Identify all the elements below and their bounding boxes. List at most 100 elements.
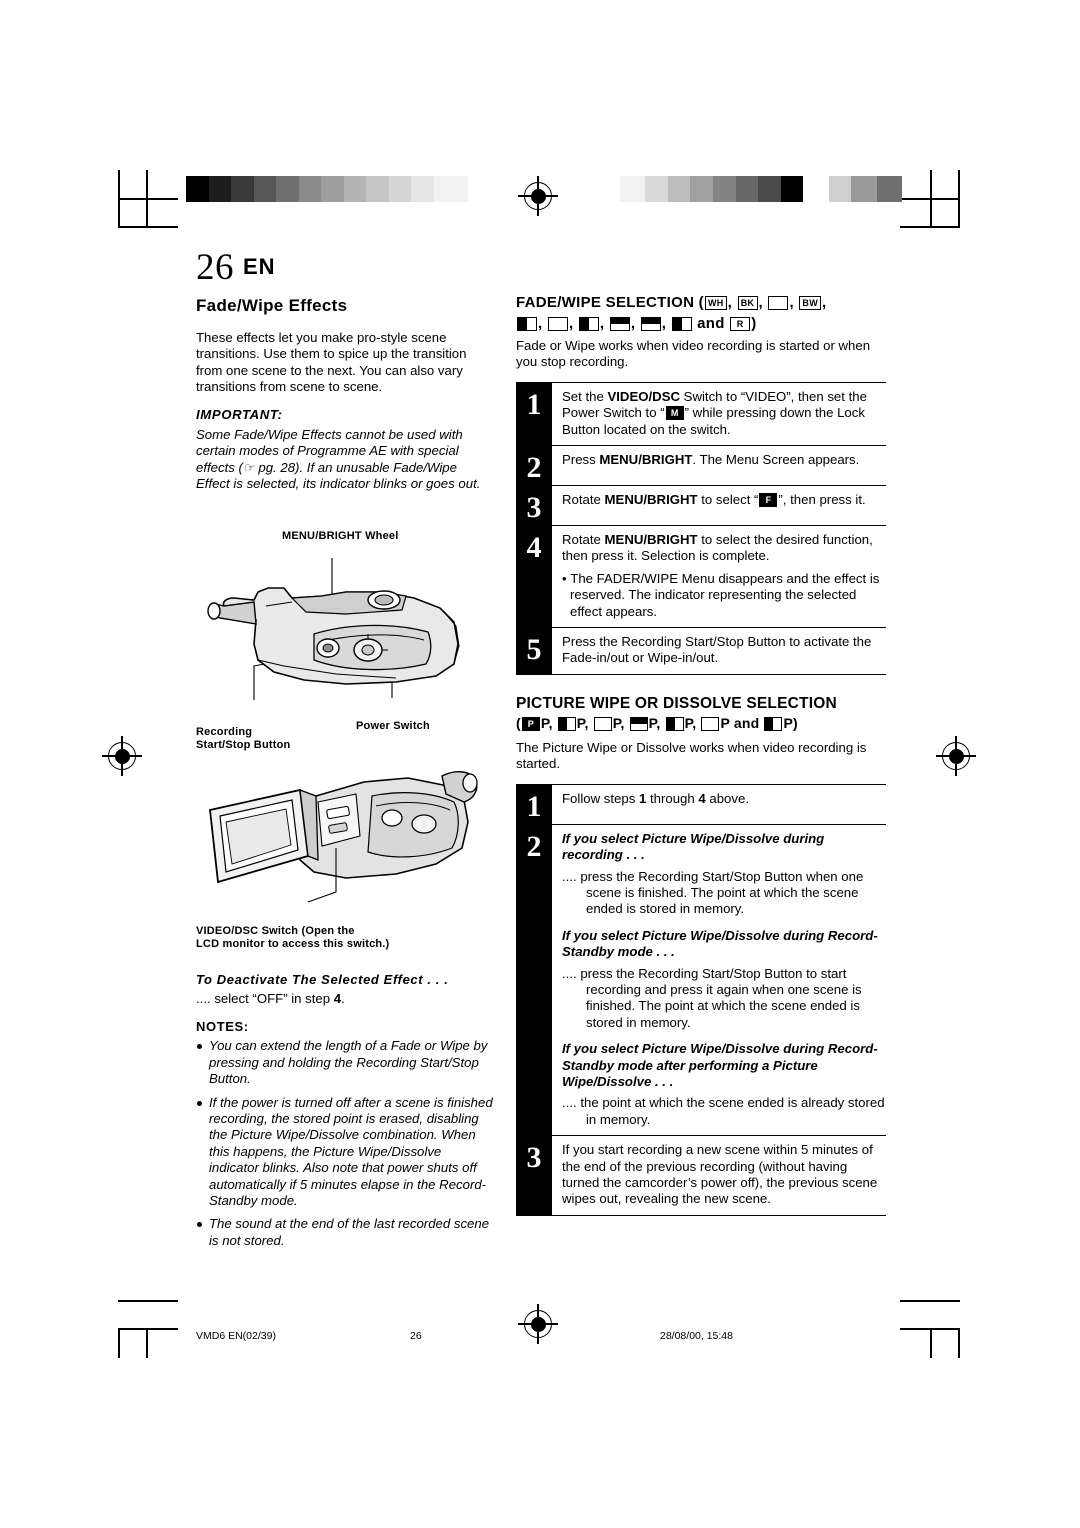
step-number: 1 (516, 784, 552, 824)
fade-wipe-heading-and: and (697, 315, 725, 332)
list-item: If the power is turned off after a scene… (196, 1095, 494, 1210)
icon-wipe-shutter-icon: f (671, 317, 692, 331)
crop-mark-top-left (118, 170, 178, 228)
icon-picture-wipe-2-icon: x (557, 716, 576, 731)
icon-picture-wipe-1-icon: P (521, 716, 540, 731)
step-text: Follow steps 1 through 4 above. (562, 790, 749, 806)
icon-picture-wipe-3-icon: x (593, 716, 612, 731)
fade-wipe-intro: Fade or Wipe works when video recording … (516, 338, 871, 370)
left-column: Fade/Wipe Effects These effects let you … (196, 296, 494, 504)
registration-mark-left (102, 736, 142, 776)
step-4: 4 Rotate MENU/BRIGHT to select the desir… (516, 525, 886, 628)
picture-subheading-and: and (733, 714, 760, 731)
registration-mark-bottom (518, 1304, 558, 1344)
page-number: 26 EN (196, 246, 276, 289)
list-item: The sound at the end of the last recorde… (196, 1216, 494, 1249)
icon-dissolve-icon: x (764, 716, 783, 731)
callout-recording-button-label: Recording Start/Stop Button (196, 726, 291, 751)
step-text: Press the Recording Start/Stop Button to… (562, 634, 872, 666)
icon-fader-mosaic: X (768, 296, 789, 310)
deactivate-text: .... select “OFF” in step 4. (196, 991, 345, 1006)
fade-wipe-heading-text: FADE/WIPE SELECTION ( (516, 294, 704, 311)
left-column-lower: To Deactivate The Selected Effect . . . … (196, 968, 494, 1256)
important-label: IMPORTANT: (196, 406, 283, 422)
step-number: 3 (516, 1136, 552, 1215)
calibration-bar-right (620, 176, 902, 202)
footer-date: 28/08/00, 15:48 (660, 1330, 733, 1342)
picture-step-2-heading-1: If you select Picture Wipe/Dissolve duri… (562, 830, 825, 863)
step-4-bullet-text: The FADER/WIPE Menu disappears and the e… (570, 570, 880, 619)
icon-fader-bw: BW (799, 296, 822, 310)
camcorder-illustration-bottom (209, 771, 478, 903)
footer-page: 26 (410, 1330, 422, 1342)
step-text: If you select Picture Wipe/Dissolve duri… (552, 825, 886, 1136)
callout-menu-bright-wheel-label: MENU/BRIGHT Wheel (282, 530, 399, 542)
picture-step-3: 3 If you start recording a new scene wit… (516, 1135, 886, 1216)
step-number: 5 (516, 628, 552, 674)
step-1: 1 Set the VIDEO/DSC Switch to “VIDEO”, t… (516, 381, 886, 446)
deactivate-label: To Deactivate The Selected Effect . . . (196, 972, 449, 987)
step-text: Rotate MENU/BRIGHT to select the desired… (552, 526, 886, 627)
icon-wipe-door-icon: d (609, 317, 630, 331)
callout-video-dsc-switch-label: VIDEO/DSC Switch (Open the LCD monitor t… (196, 925, 390, 950)
step-text: Press MENU/BRIGHT. The Menu Screen appea… (562, 452, 860, 468)
step-number: 1 (516, 382, 552, 446)
picture-step-1: 1 Follow steps 1 through 4 above. (516, 783, 886, 824)
step-text: Rotate MENU/BRIGHT to select “F”, then p… (562, 492, 866, 508)
picture-wipe-intro: The Picture Wipe or Dissolve works when … (516, 739, 867, 772)
crop-mark-bottom-right (900, 1300, 960, 1358)
picture-wipe-steps: 1 Follow steps 1 through 4 above. 2 If y… (516, 783, 886, 1216)
picture-wipe-heading: PICTURE WIPE OR DISSOLVE SELECTION (516, 694, 837, 712)
callout-recording-button: Recording Start/Stop Button (196, 713, 290, 752)
picture-step-2-body-2: .... press the Recording Start/Stop Butt… (562, 965, 862, 1030)
step-text: Set the VIDEO/DSC Switch to “VIDEO”, the… (562, 388, 867, 437)
icon-fader-black: BK (737, 296, 758, 310)
important-text: Some Fade/Wipe Effects cannot be used wi… (196, 427, 481, 492)
page-language: EN (243, 254, 276, 279)
icon-manual-mode-icon: M (665, 406, 684, 421)
manual-page: 26 EN Fade/Wipe Effects These effects let… (0, 0, 1080, 1528)
picture-wipe-subheading: (PP, xP, xP, xP, xP, xP and xP) (516, 714, 798, 731)
picture-step-2-heading-2: If you select Picture Wipe/Dissolve duri… (562, 927, 878, 960)
icon-wipe-corner-icon: a (517, 317, 537, 331)
icon-picture-wipe-4-icon: x (629, 716, 648, 731)
picture-step-2-body-3: .... the point at which the scene ended … (562, 1095, 885, 1127)
notes-list: You can extend the length of a Fade or W… (196, 1038, 494, 1249)
callout-power-switch-label: Power Switch (356, 720, 430, 732)
step-number: 4 (516, 526, 552, 628)
footer-file: VMD6 EN(02/39) (196, 1330, 276, 1342)
crop-mark-top-right (900, 170, 960, 228)
icon-wipe-slide-icon: c (578, 317, 599, 331)
camcorder-illustration-top (207, 558, 460, 700)
deactivate-step: 4 (333, 991, 342, 1006)
step-number: 2 (516, 824, 552, 1136)
step-4-bullet: • The FADER/WIPE Menu disappears and the… (562, 570, 880, 619)
icon-picture-wipe-5-icon: x (665, 716, 684, 731)
callout-video-dsc-switch: VIDEO/DSC Switch (Open the LCD monitor t… (196, 912, 389, 951)
step-2: 2 Press MENU/BRIGHT. The Menu Screen app… (516, 445, 886, 486)
icon-wipe-window-icon: b (547, 317, 568, 331)
registration-mark-right (936, 736, 976, 776)
picture-subheading-open: ( (516, 714, 521, 731)
step-text: If you start recording a new scene withi… (562, 1142, 878, 1207)
notes-label: NOTES: (196, 1019, 249, 1035)
icon-wipe-scroll-icon: e (640, 317, 661, 331)
step-number: 2 (516, 446, 552, 486)
fade-wipe-steps: 1 Set the VIDEO/DSC Switch to “VIDEO”, t… (516, 381, 886, 675)
right-column: FADE/WIPE SELECTION (WH, BK, X, BW, a, b… (516, 292, 886, 1216)
page-number-value: 26 (196, 247, 234, 288)
icon-fader-white: WH (704, 296, 727, 310)
picture-subheading-close: ) (793, 714, 798, 731)
section-title: Fade/Wipe Effects (196, 296, 348, 315)
icon-fader-wipe-menu-icon: F (759, 493, 778, 508)
picture-step-2-body-1: .... press the Recording Start/Stop Butt… (562, 868, 864, 917)
list-item: You can extend the length of a Fade or W… (196, 1038, 494, 1087)
picture-step-2: 2 If you select Picture Wipe/Dissolve du… (516, 823, 886, 1136)
callout-menu-bright-wheel: MENU/BRIGHT Wheel (282, 530, 398, 543)
intro-paragraph: These effects let you make pro-style sce… (196, 330, 467, 395)
step-5: 5 Press the Recording Start/Stop Button … (516, 627, 886, 675)
picture-step-2-heading-3: If you select Picture Wipe/Dissolve duri… (562, 1041, 878, 1089)
calibration-bar-left (186, 176, 468, 202)
icon-picture-wipe-6-icon: x (701, 716, 720, 731)
icon-wipe-random-icon: R (730, 317, 751, 331)
